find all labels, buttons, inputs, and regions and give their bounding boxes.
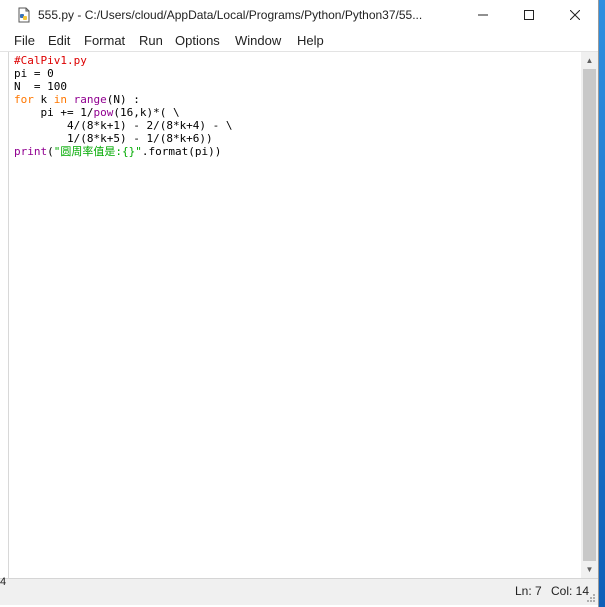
code-editor[interactable]: #CalPiv1.py pi = 0 N = 100 for k in rang… [8, 52, 582, 578]
code-text[interactable]: #CalPiv1.py pi = 0 N = 100 for k in rang… [9, 52, 582, 158]
status-line: Ln: 7 [515, 584, 542, 598]
menu-options[interactable]: Options [175, 33, 220, 48]
menu-format[interactable]: Format [84, 33, 125, 48]
status-column: Col: 14 [551, 584, 590, 598]
code-line-2: pi = 0 [14, 67, 54, 80]
code-line-1: #CalPiv1.py [14, 54, 87, 67]
python-file-icon [18, 7, 30, 23]
close-button[interactable] [552, 0, 598, 30]
maximize-button[interactable] [506, 0, 552, 30]
menu-edit[interactable]: Edit [48, 33, 70, 48]
desktop-background [597, 0, 605, 607]
code-line-3: N = 100 [14, 80, 67, 93]
code-line-4: for k in range(N) : [14, 93, 140, 106]
status-bar: Ln: 7 Col: 14 [0, 578, 598, 605]
window-title: 555.py - C:/Users/cloud/AppData/Local/Pr… [38, 8, 423, 22]
menu-help[interactable]: Help [297, 33, 324, 48]
code-line-8: print("圆周率值是:{}".format(pi)) [14, 145, 222, 158]
code-line-6: 4/(8*k+1) - 2/(8*k+4) - \ [14, 119, 233, 132]
menu-file[interactable]: File [14, 33, 35, 48]
scroll-down-arrow-icon[interactable]: ▼ [581, 561, 598, 578]
menu-bar: File Edit Format Run Options Window Help [0, 30, 598, 52]
minimize-icon [478, 14, 488, 16]
vertical-scrollbar[interactable]: ▲ ▼ [581, 52, 598, 578]
menu-window[interactable]: Window [235, 33, 281, 48]
minimize-button[interactable] [460, 0, 506, 30]
maximize-icon [524, 10, 534, 20]
title-bar[interactable]: 555.py - C:/Users/cloud/AppData/Local/Pr… [0, 0, 598, 30]
partial-background-text: 4 [0, 576, 7, 588]
menu-run[interactable]: Run [139, 33, 163, 48]
scrollbar-thumb[interactable] [583, 69, 596, 561]
code-line-5: pi += 1/pow(16,k)*( \ [14, 106, 180, 119]
resize-grip-icon[interactable] [586, 593, 596, 603]
scroll-up-arrow-icon[interactable]: ▲ [581, 52, 598, 69]
idle-editor-window: 555.py - C:/Users/cloud/AppData/Local/Pr… [0, 0, 598, 607]
code-line-7: 1/(8*k+5) - 1/(8*k+6)) [14, 132, 213, 145]
close-icon [570, 10, 580, 20]
